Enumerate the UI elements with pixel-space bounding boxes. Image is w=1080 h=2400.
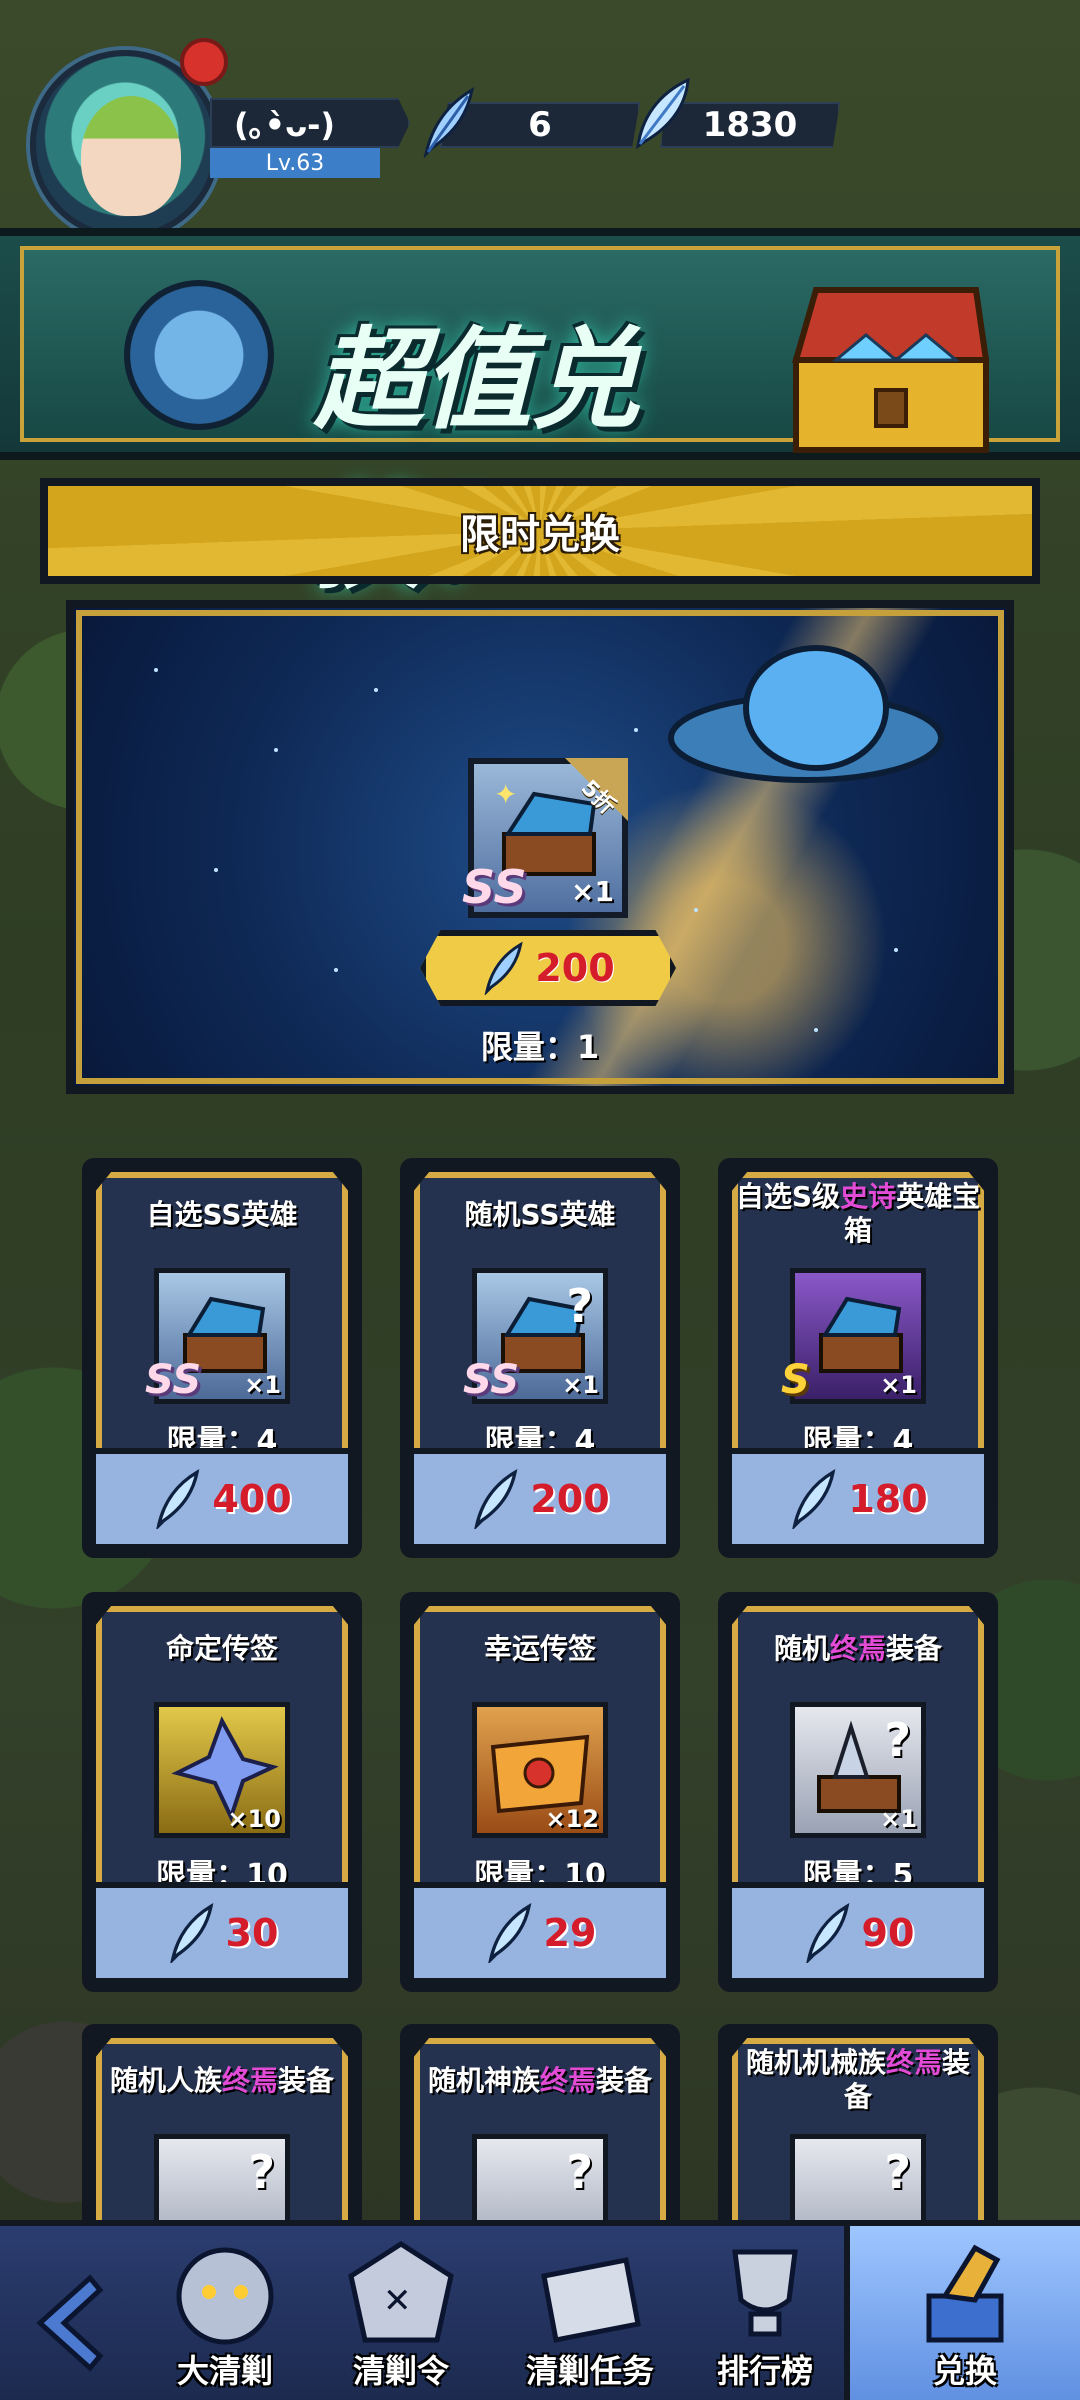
- trophy-icon: [732, 2249, 798, 2337]
- notification-dot: [180, 38, 228, 86]
- blue-feather-icon: [474, 1469, 518, 1529]
- currency-blue-feather-count: 6: [528, 105, 552, 145]
- svg-text:✦: ✦: [494, 778, 517, 811]
- card-price-button[interactable]: 200: [414, 1448, 666, 1544]
- card-title: 幸运传签: [483, 1632, 596, 1665]
- nav-tab-big-sweep[interactable]: 大清剿: [150, 2226, 300, 2400]
- blue-feather-icon: [423, 87, 475, 158]
- grade-badge: SS: [463, 1357, 520, 1403]
- treasure-chest-icon: [792, 287, 990, 453]
- blue-feather-icon: [805, 1903, 849, 1963]
- card-price: 180: [848, 1477, 928, 1521]
- question-mark-icon: ?: [248, 2145, 275, 2199]
- nav-tab-sweep-order[interactable]: ✕ 清剿令: [326, 2226, 476, 2400]
- card-price-button[interactable]: 180: [732, 1448, 984, 1544]
- nav-tab-sweep-tasks[interactable]: 清剿任务: [500, 2226, 680, 2400]
- light-feather-icon: [636, 78, 690, 150]
- featured-item-slot[interactable]: ✦ 5折 SS ×1: [462, 758, 628, 918]
- featured-limit: 限量：1: [480, 1028, 600, 1066]
- grade-badge: SS: [145, 1357, 202, 1403]
- bottom-navigation: 大清剿 ✕ 清剿令 清剿任务 排行榜 兑换: [0, 2220, 1080, 2400]
- grade-badge: SS: [462, 860, 527, 914]
- card-title: 自选S级史诗英雄宝箱: [735, 1180, 981, 1247]
- top-bar: (｡•̀ᴗ-) Lv.63 6 1830: [0, 0, 1080, 240]
- ufo-icon: [668, 645, 944, 783]
- exchange-chest-icon: [926, 2244, 1004, 2343]
- section-title: 限时兑换: [460, 512, 620, 558]
- blue-feather-icon: [484, 941, 524, 995]
- card-title: 随机机械族终焉装备: [745, 2046, 971, 2113]
- card-title: 随机终焉装备: [773, 1632, 943, 1665]
- nav-tab-leaderboard[interactable]: 排行榜: [690, 2226, 840, 2400]
- grade-badge: S: [781, 1357, 810, 1403]
- question-mark-icon: ?: [884, 1713, 911, 1767]
- item-quantity: ×1: [571, 875, 614, 908]
- item-slot: ? SS ×1: [463, 1268, 608, 1404]
- item-slot: SS ×1: [145, 1268, 290, 1404]
- blue-feather-icon: [487, 1903, 531, 1963]
- item-quantity: ×1: [244, 1371, 281, 1399]
- item-slot: ×12: [472, 1702, 608, 1838]
- banner-title: 超值兑换！: [314, 316, 640, 604]
- currency-light-feather-count: 1830: [702, 105, 798, 145]
- exchange-card-destiny-sign[interactable]: 命定传签 ×10 限量：10 30: [82, 1592, 362, 1992]
- limited-exchange-header: 限时兑换: [40, 478, 1040, 584]
- banner-frame: 超值兑换！: [20, 246, 1060, 604]
- exchange-banner: 超值兑换！: [0, 228, 1080, 604]
- card-price: 30: [225, 1911, 279, 1955]
- card-price-button[interactable]: 400: [96, 1448, 348, 1544]
- exchange-card-choose-s-epic-chest[interactable]: 自选S级史诗英雄宝箱 S ×1 限量：4 180: [718, 1158, 998, 1558]
- monster-head-icon: [176, 2247, 274, 2345]
- player-name: (｡•̀ᴗ-): [210, 98, 410, 148]
- blue-feather-icon: [169, 1903, 213, 1963]
- card-price: 400: [212, 1477, 292, 1521]
- player-level: Lv.63: [210, 148, 380, 178]
- avatar-portrait: [81, 96, 181, 216]
- exchange-card-choose-ss-hero[interactable]: 自选SS英雄 SS ×1 限量：4 400: [82, 1158, 362, 1558]
- item-quantity: ×1: [880, 1371, 917, 1399]
- card-price: 90: [861, 1911, 915, 1955]
- exchange-card-random-ultimate-equipment[interactable]: 随机终焉装备 ? ×1 限量：5 90: [718, 1592, 998, 1992]
- back-arrow-icon[interactable]: [20, 2268, 130, 2378]
- item-quantity: ×1: [880, 1805, 917, 1833]
- item-slot: ? ×1: [790, 1702, 926, 1838]
- card-title: 随机人族终焉装备: [109, 2064, 335, 2097]
- card-title: 随机神族终焉装备: [427, 2064, 653, 2097]
- card-price-button[interactable]: 30: [96, 1882, 348, 1978]
- item-slot: ×10: [154, 1702, 290, 1838]
- item-quantity: ×12: [545, 1805, 599, 1833]
- skull-badge-icon: ✕: [348, 2241, 454, 2343]
- item-quantity: ×10: [227, 1805, 281, 1833]
- compass-emblem-icon: [124, 280, 274, 430]
- question-mark-icon: ?: [566, 2145, 593, 2199]
- featured-offer[interactable]: ✦ 5折 SS ×1 200 限量：1: [66, 600, 1014, 1094]
- exchange-card-random-ss-hero[interactable]: 随机SS英雄 ? SS ×1 限量：4 200: [400, 1158, 680, 1558]
- featured-price: 200: [535, 946, 615, 990]
- card-price-button[interactable]: 90: [732, 1882, 984, 1978]
- item-quantity: ×1: [562, 1371, 599, 1399]
- card-price: 200: [530, 1477, 610, 1521]
- exchange-card-lucky-sign[interactable]: 幸运传签 ×12 限量：10 29: [400, 1592, 680, 1992]
- question-mark-icon: ?: [566, 1279, 593, 1333]
- card-title: 自选SS英雄: [146, 1198, 298, 1231]
- card-title: 命定传签: [165, 1632, 278, 1665]
- question-mark-icon: ?: [884, 2145, 911, 2199]
- featured-price-button[interactable]: 200: [420, 930, 676, 1006]
- nav-tab-exchange[interactable]: 兑换: [844, 2226, 1080, 2400]
- svg-text:✕: ✕: [383, 2281, 412, 2321]
- blue-feather-icon: [156, 1469, 200, 1529]
- card-price: 29: [543, 1911, 597, 1955]
- card-title: 随机SS英雄: [464, 1198, 616, 1231]
- blue-feather-icon: [792, 1469, 836, 1529]
- scroll-quest-icon: [541, 2257, 641, 2343]
- card-price-button[interactable]: 29: [414, 1882, 666, 1978]
- item-slot: S ×1: [781, 1268, 926, 1404]
